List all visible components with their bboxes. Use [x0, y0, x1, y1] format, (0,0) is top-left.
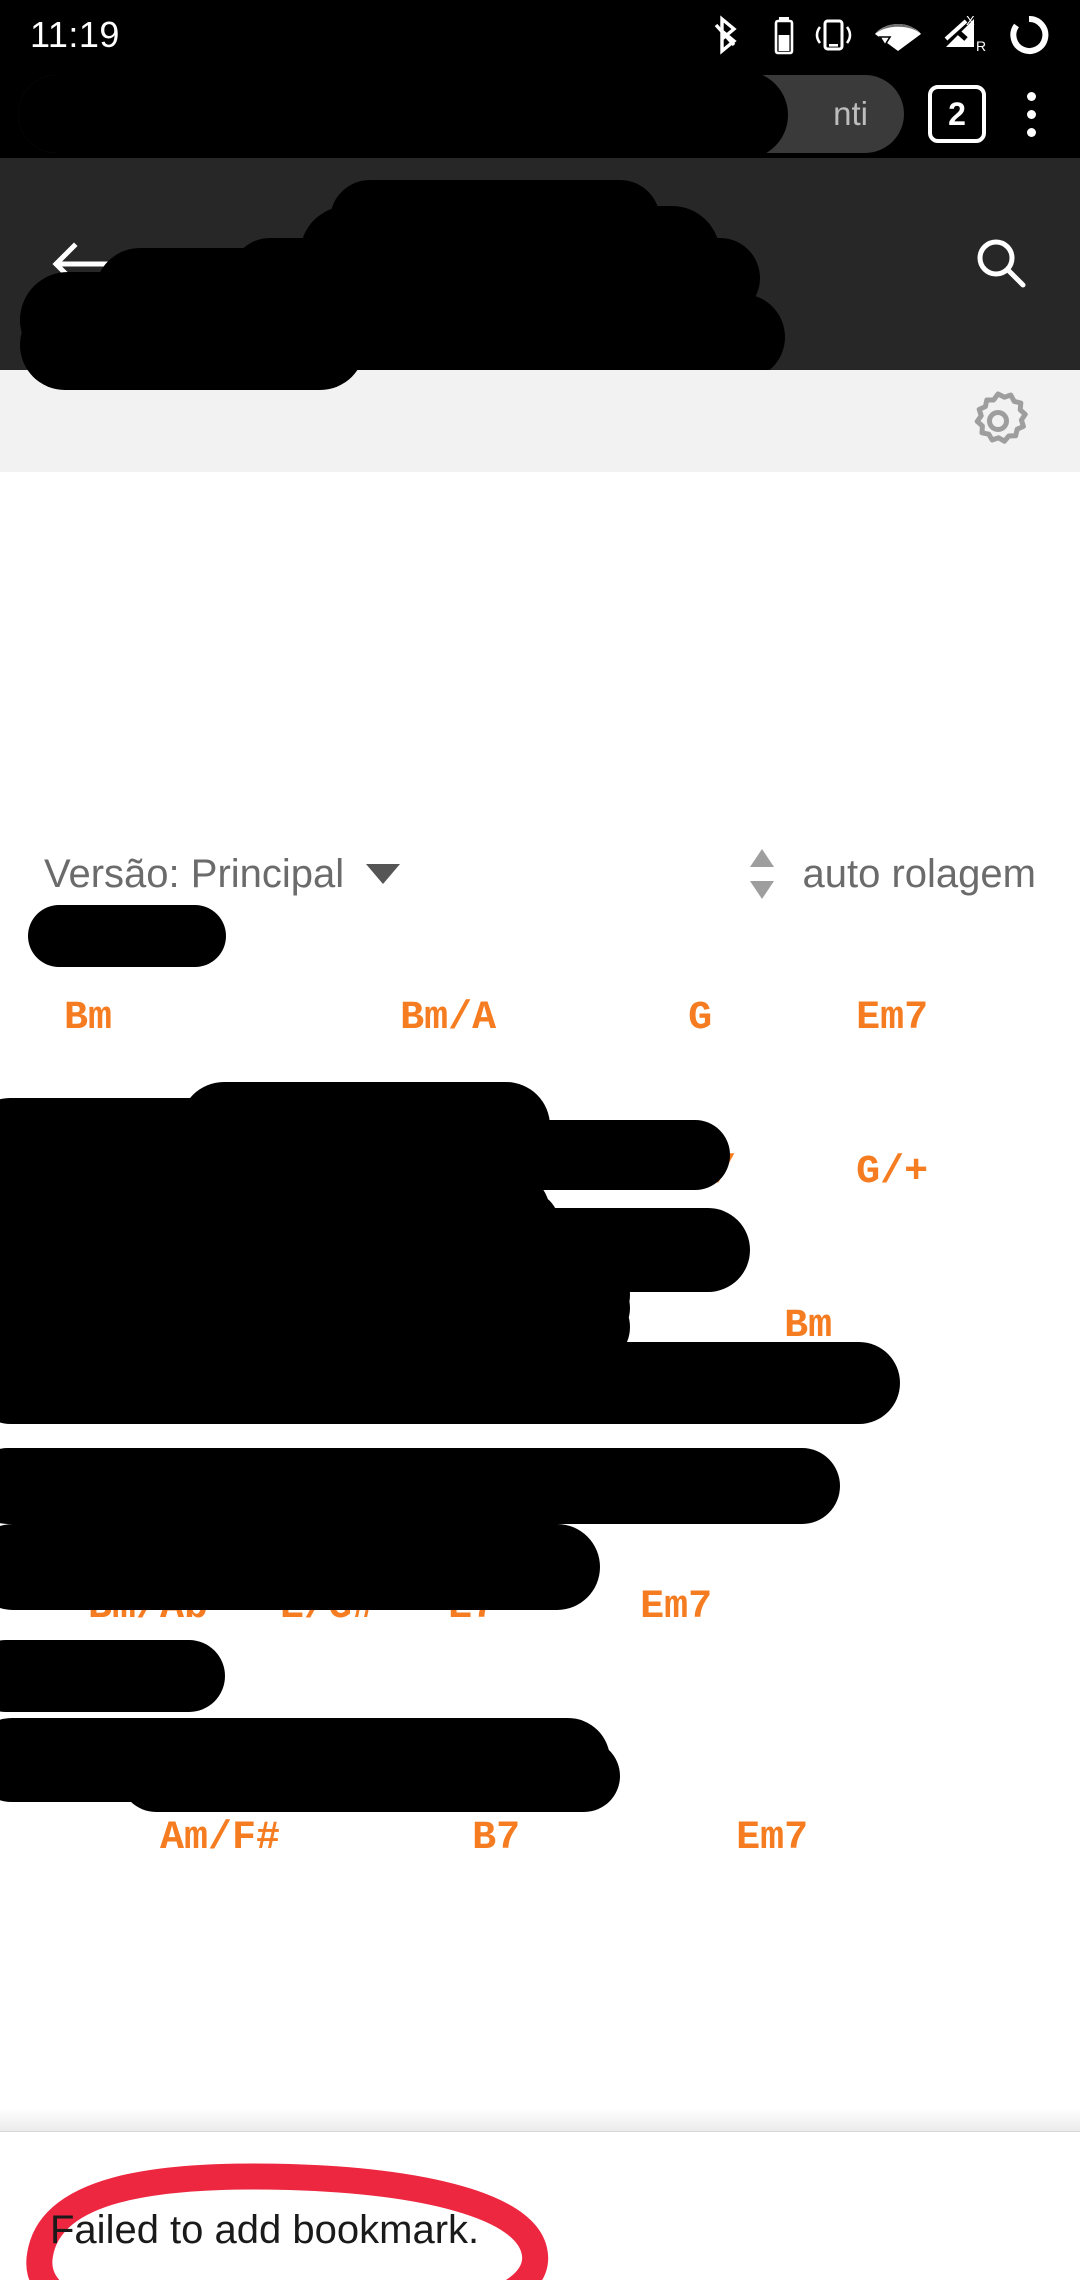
version-selector[interactable]: Versão: Principal	[44, 851, 401, 897]
browser-toolbar: nti 2	[0, 70, 1080, 158]
chord-line: Bm Bm/A G Em7	[16, 996, 929, 1041]
redaction-blob-title	[28, 905, 226, 967]
autoscroll-label: auto rolagem	[802, 851, 1036, 896]
version-label: Versão: Principal	[44, 851, 345, 896]
wifi-icon	[875, 24, 921, 51]
menu-dot	[1026, 127, 1036, 137]
tab-counter-label: 2	[948, 95, 966, 132]
cell-signal-roaming-icon: X R	[944, 13, 986, 54]
song-header-bar	[0, 248, 1080, 472]
up-down-arrows-icon	[749, 849, 774, 899]
svg-text:X: X	[966, 13, 975, 28]
redaction-blob-subbar3	[20, 300, 365, 390]
redaction-blob-url2	[58, 75, 758, 119]
browser-menu-button[interactable]	[1000, 83, 1062, 145]
url-bar[interactable]: nti	[18, 75, 904, 153]
search-button[interactable]	[952, 224, 1032, 304]
redaction-blob-line7	[0, 1640, 225, 1712]
status-clock: 11:19	[30, 14, 120, 55]
settings-button[interactable]	[956, 379, 1040, 463]
bottom-gradient	[0, 2108, 1080, 2131]
vibrate-icon	[815, 19, 852, 51]
status-icon-group: X R	[712, 13, 1050, 57]
battery-icon	[774, 17, 794, 55]
menu-dot	[1026, 109, 1036, 119]
gear-icon	[974, 391, 1028, 444]
bottom-divider	[0, 2131, 1080, 2132]
tab-counter-button[interactable]: 2	[928, 85, 986, 143]
svg-text:R: R	[976, 38, 986, 54]
toast-message: Failed to add bookmark.	[50, 2208, 480, 2252]
sync-circle-icon	[1010, 15, 1049, 54]
chevron-down-icon	[366, 864, 401, 884]
bluetooth-icon	[714, 15, 737, 55]
search-icon	[977, 239, 1026, 288]
redaction-blob-line4b	[0, 1320, 590, 1390]
version-autoscroll-row: Versão: Principal auto rolagem	[0, 845, 1080, 903]
autoscroll-toggle[interactable]: auto rolagem	[743, 845, 1036, 903]
redaction-blob-line5	[0, 1448, 840, 1524]
redaction-blob-line6	[0, 1524, 600, 1610]
menu-dot	[1026, 91, 1036, 101]
phone-screen: 11:19 X R nti 2 Versão: Principal auto r…	[0, 0, 1080, 2280]
lyric-line	[16, 1877, 1080, 1954]
redaction-blob-line8b	[120, 1740, 620, 1812]
status-bar: 11:19 X R	[0, 0, 1080, 70]
